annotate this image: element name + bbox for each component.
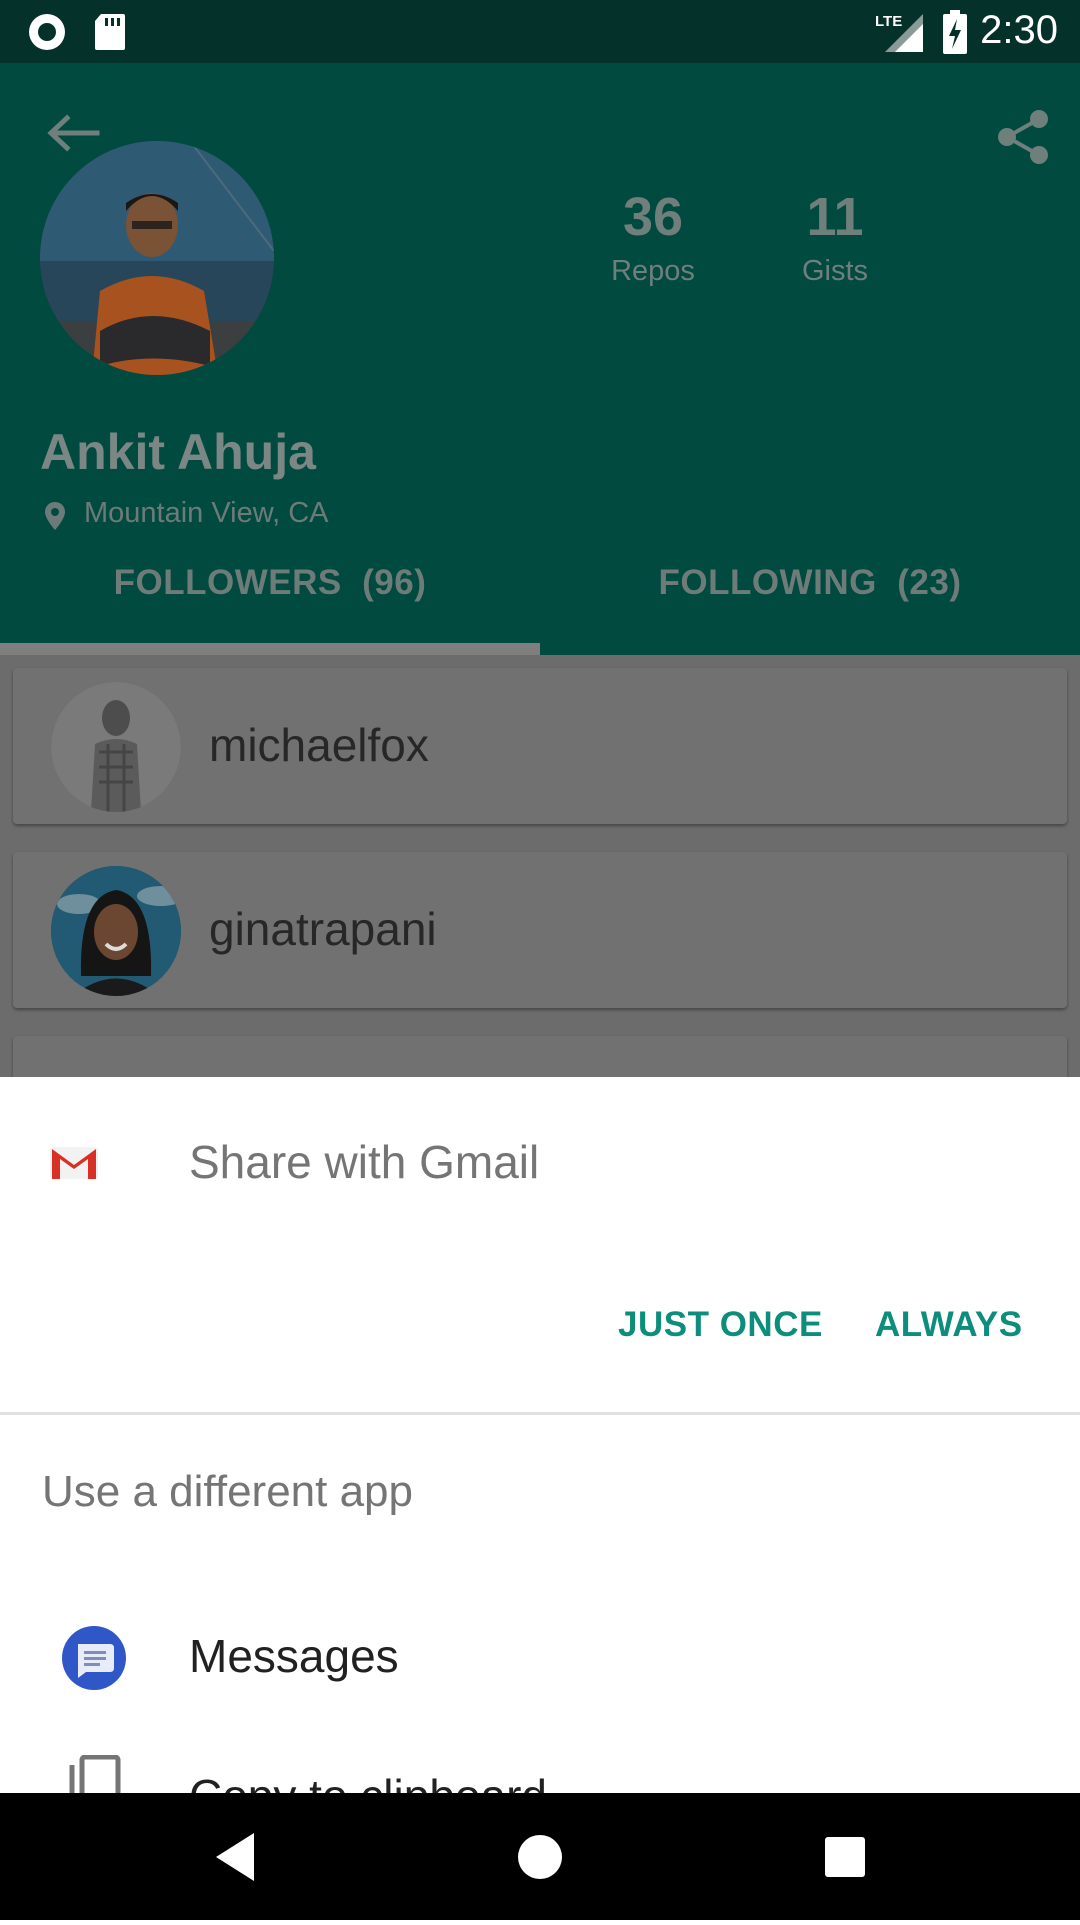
back-triangle-icon — [216, 1833, 254, 1881]
profile-avatar — [40, 141, 274, 375]
share-icon[interactable] — [995, 109, 1051, 170]
home-circle-icon — [518, 1835, 562, 1879]
list-item-username: ginatrapani — [209, 903, 437, 955]
messages-icon — [62, 1626, 126, 1695]
repos-count: 36 — [622, 187, 684, 247]
list-item[interactable]: ginatrapani — [13, 852, 1067, 1008]
app-option-copy-to-clipboard[interactable]: Copy to clipboard — [0, 1737, 1080, 1793]
always-button[interactable]: ALWAYS — [875, 1305, 1023, 1345]
navigation-bar — [0, 1793, 1080, 1920]
sheet-title: Share with Gmail — [189, 1136, 540, 1188]
clipboard-icon — [66, 1754, 122, 1793]
tab-indicator — [0, 643, 540, 655]
network-type-label: LTE — [875, 13, 902, 30]
just-once-button[interactable]: JUST ONCE — [618, 1305, 823, 1345]
repos-stat[interactable]: 36 Repos — [588, 185, 718, 288]
different-app-heading: Use a different app — [42, 1467, 413, 1516]
clock: 2:30 — [980, 8, 1058, 52]
list-item[interactable]: michaelfox — [13, 668, 1067, 824]
repos-label: Repos — [611, 255, 695, 287]
gists-label: Gists — [801, 255, 869, 287]
location-text: Mountain View, CA — [84, 497, 329, 529]
tab-followers[interactable]: FOLLOWERS (96) — [0, 563, 540, 603]
back-nav-button[interactable] — [156, 1793, 316, 1920]
status-bar: LTE 2:30 — [0, 0, 1080, 63]
profile-name: Ankit Ahuja — [40, 424, 316, 480]
record-icon — [27, 12, 67, 57]
sd-card-icon — [93, 12, 127, 57]
home-nav-button[interactable] — [460, 1793, 620, 1920]
share-sheet: Share with Gmail JUST ONCE ALWAYS Use a … — [0, 1077, 1080, 1793]
back-arrow-icon[interactable] — [45, 113, 101, 158]
battery-charging-icon — [942, 10, 968, 59]
list-item-username: michaelfox — [209, 719, 429, 771]
profile-header: 36 Repos 11 Gists Ankit Ahuja Mountain V… — [0, 63, 1080, 655]
location-pin-icon — [44, 501, 66, 536]
tab-following[interactable]: FOLLOWING (23) — [540, 563, 1080, 603]
avatar — [51, 682, 181, 812]
gists-count: 11 — [806, 187, 864, 247]
followers-list: michaelfox ginatrapani — [0, 655, 1080, 1192]
gists-stat[interactable]: 11 Gists — [775, 185, 895, 288]
recents-square-icon — [825, 1837, 865, 1877]
app-option-label: Copy to clipboard — [189, 1769, 547, 1793]
gmail-icon — [50, 1145, 98, 1186]
recents-nav-button[interactable] — [764, 1793, 924, 1920]
app-option-messages[interactable]: Messages — [0, 1597, 1080, 1717]
lte-signal-icon: LTE — [873, 10, 929, 59]
avatar — [51, 866, 181, 996]
app-option-label: Messages — [189, 1630, 399, 1682]
divider — [0, 1412, 1080, 1415]
